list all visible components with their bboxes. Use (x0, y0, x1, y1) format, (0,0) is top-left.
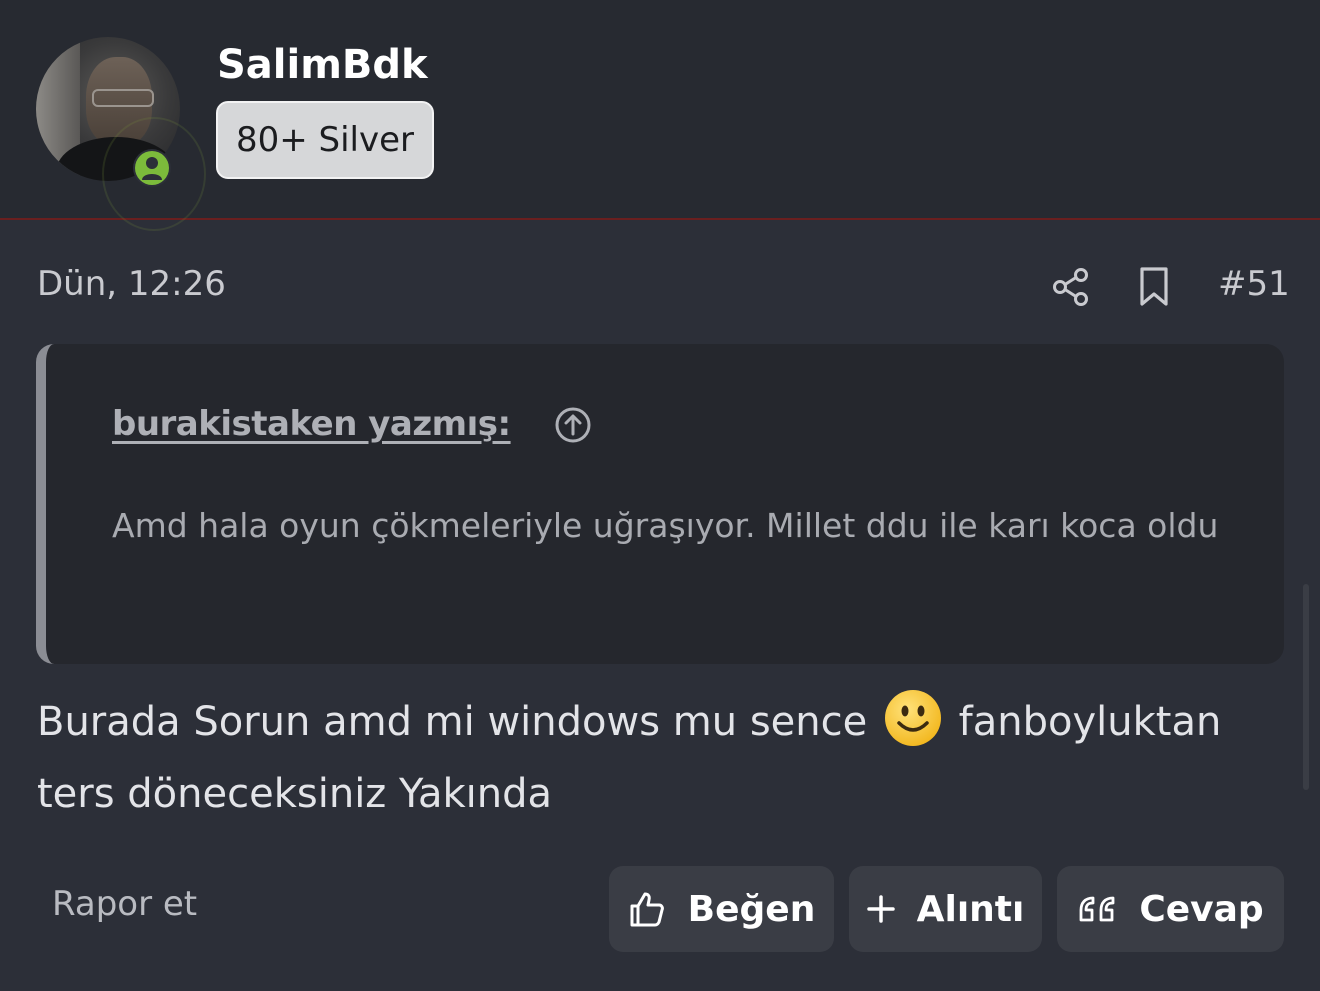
post-timestamp[interactable]: Dün, 12:26 (37, 264, 226, 304)
quote-marks-icon (1079, 896, 1115, 922)
username[interactable]: SalimBdk (217, 42, 428, 88)
bookmark-icon[interactable] (1136, 266, 1172, 308)
user-rank-badge: 80+ Silver (216, 101, 434, 179)
quote-text: Amd hala oyun çökmeleriyle uğraşıyor. Mi… (112, 506, 1219, 545)
arrow-up-circle-icon[interactable] (554, 406, 592, 444)
share-icon[interactable] (1050, 266, 1092, 308)
forum-post: SalimBdk 80+ Silver Dün, 12:26 #51 burak… (0, 0, 1320, 991)
post-header: SalimBdk 80+ Silver (0, 0, 1320, 231)
message-text-part1: Burada Sorun amd mi windows mu sence (37, 699, 868, 745)
like-label: Beğen (687, 888, 816, 930)
quote-label: Alıntı (916, 888, 1025, 930)
post-message: Burada Sorun amd mi windows mu sence fan… (37, 686, 1287, 830)
user-icon (135, 151, 169, 185)
quote-author-link[interactable]: burakistaken yazmış: (112, 404, 511, 444)
post-number-link[interactable]: #51 (1218, 264, 1290, 304)
like-button[interactable]: Beğen (609, 866, 834, 952)
scrollbar-thumb[interactable] (1303, 584, 1309, 790)
report-link[interactable]: Rapor et (52, 884, 197, 924)
smiley-emoji (884, 690, 941, 746)
online-status-badge (133, 149, 171, 187)
user-rank-label: 80+ Silver (235, 120, 415, 160)
plus-icon (866, 895, 895, 923)
reply-label: Cevap (1139, 888, 1264, 930)
avatar[interactable] (36, 37, 206, 231)
quote-button[interactable]: Alıntı (849, 866, 1042, 952)
quote-block: burakistaken yazmış: Amd hala oyun çökme… (36, 344, 1284, 664)
thumbs-up-icon (630, 892, 664, 927)
reply-button[interactable]: Cevap (1057, 866, 1284, 952)
